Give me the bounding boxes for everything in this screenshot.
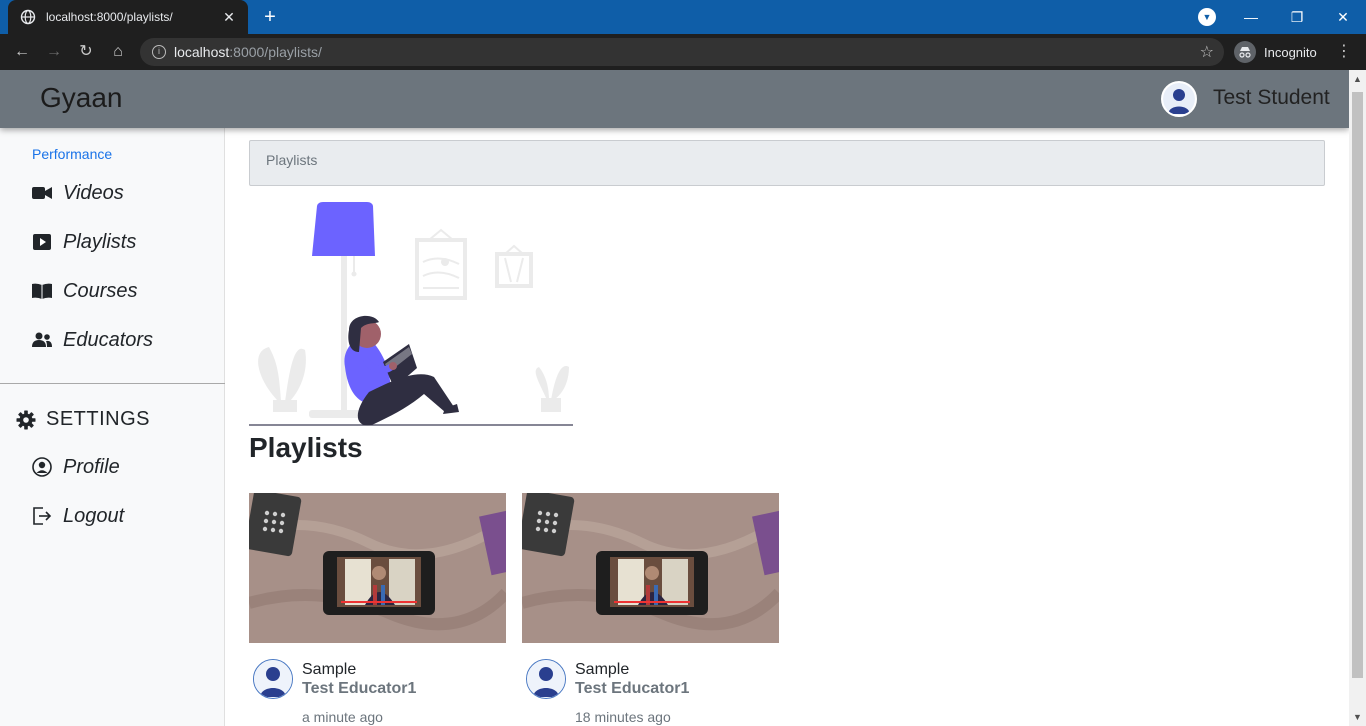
close-window-icon[interactable]: ✕ [1320, 0, 1366, 34]
sidebar-item-label: Profile [63, 455, 120, 478]
settings-heading: SETTINGS [16, 408, 150, 431]
site-info-icon[interactable]: i [152, 45, 166, 59]
incognito-label: Incognito [1264, 44, 1317, 60]
playlist-card[interactable]: Sample Test Educator1 18 minutes ago [522, 493, 779, 726]
playlist-author[interactable]: Test Educator1 [575, 680, 689, 698]
sidebar-item-label: Playlists [63, 230, 137, 253]
sidebar-divider [0, 383, 225, 384]
address-bar[interactable]: i localhost:8000/playlists/ ☆ [140, 38, 1224, 66]
user-circle-icon [32, 457, 52, 477]
sidebar-item-label: Educators [63, 328, 154, 351]
reading-illustration [249, 202, 573, 426]
person-silhouette-icon [254, 660, 292, 698]
new-tab-button[interactable]: + [258, 6, 282, 28]
person-silhouette-icon [527, 660, 565, 698]
sidebar-item-logout[interactable]: Logout [32, 502, 124, 530]
sidebar-item-playlists[interactable]: Playlists [32, 228, 136, 256]
brand-logo[interactable]: Gyaan [40, 82, 123, 114]
globe-icon [20, 9, 36, 25]
educator-avatar[interactable] [253, 659, 293, 699]
educator-avatar[interactable] [526, 659, 566, 699]
scroll-down-icon[interactable]: ▼ [1353, 712, 1362, 722]
browser-tab[interactable]: localhost:8000/playlists/ ✕ [8, 0, 248, 34]
sidebar: Performance Videos Playlists Courses Edu… [0, 128, 225, 726]
playlist-title[interactable]: Sample [575, 661, 629, 679]
top-navbar: Gyaan Test Student [0, 70, 1349, 128]
reload-icon[interactable]: ↻ [75, 41, 97, 63]
sidebar-item-label: Logout [63, 504, 125, 527]
tablet-video-thumbnail-image [249, 493, 506, 643]
sidebar-item-label: Courses [63, 279, 138, 302]
page-viewport: Gyaan Test Student Performance Videos Pl… [0, 70, 1349, 726]
playlist-thumbnail[interactable] [249, 493, 506, 643]
scroll-up-icon[interactable]: ▲ [1353, 74, 1362, 84]
tab-search-icon[interactable]: ▼ [1198, 8, 1216, 26]
settings-label: SETTINGS [46, 408, 151, 430]
incognito-badge[interactable]: Incognito [1234, 41, 1317, 63]
tab-title: localhost:8000/playlists/ [46, 10, 173, 24]
forward-icon[interactable]: → [43, 41, 65, 63]
breadcrumb-item[interactable]: Playlists [266, 152, 317, 168]
minimize-icon[interactable]: — [1228, 0, 1274, 34]
play-square-icon [32, 232, 52, 252]
gear-icon [16, 410, 36, 430]
sidebar-item-label: Videos [63, 181, 124, 204]
user-name[interactable]: Test Student [1213, 86, 1330, 110]
close-tab-icon[interactable]: ✕ [220, 9, 238, 26]
restore-icon[interactable]: ❐ [1274, 0, 1320, 34]
playlist-card[interactable]: Sample Test Educator1 a minute ago [249, 493, 506, 726]
sidebar-item-educators[interactable]: Educators [32, 326, 153, 354]
user-avatar[interactable] [1161, 81, 1197, 117]
page-title: Playlists [249, 432, 363, 463]
sidebar-item-videos[interactable]: Videos [32, 179, 124, 207]
open-book-icon [32, 281, 52, 301]
person-silhouette-icon [1163, 83, 1195, 115]
sidebar-item-profile[interactable]: Profile [32, 453, 120, 481]
logout-icon [32, 506, 52, 526]
browser-tab-strip: localhost:8000/playlists/ ✕ + ▼ — ❐ ✕ [0, 0, 1366, 34]
url-host: localhost [174, 44, 230, 60]
playlist-thumbnail[interactable] [522, 493, 779, 643]
back-icon[interactable]: ← [11, 41, 33, 63]
playlist-timestamp: a minute ago [302, 709, 383, 725]
bookmark-star-icon[interactable]: ☆ [1200, 42, 1214, 62]
playlist-author[interactable]: Test Educator1 [302, 680, 416, 698]
browser-toolbar: ← → ↻ ⌂ i localhost:8000/playlists/ ☆ In… [0, 34, 1366, 70]
tablet-video-thumbnail-image [522, 493, 779, 643]
scrollbar-thumb[interactable] [1352, 92, 1363, 678]
breadcrumb: Playlists [249, 140, 1325, 186]
video-camera-icon [32, 183, 52, 203]
sidebar-link-performance[interactable]: Performance [32, 146, 112, 162]
playlist-title[interactable]: Sample [302, 661, 356, 679]
browser-menu-icon[interactable]: ⋮ [1336, 41, 1352, 63]
url-path: :8000/playlists/ [229, 44, 322, 60]
sidebar-item-courses[interactable]: Courses [32, 277, 137, 305]
page-scrollbar[interactable]: ▲ ▼ [1349, 70, 1366, 726]
playlist-timestamp: 18 minutes ago [575, 709, 671, 725]
home-icon[interactable]: ⌂ [107, 41, 129, 63]
incognito-icon [1234, 41, 1256, 63]
users-icon [32, 330, 52, 350]
